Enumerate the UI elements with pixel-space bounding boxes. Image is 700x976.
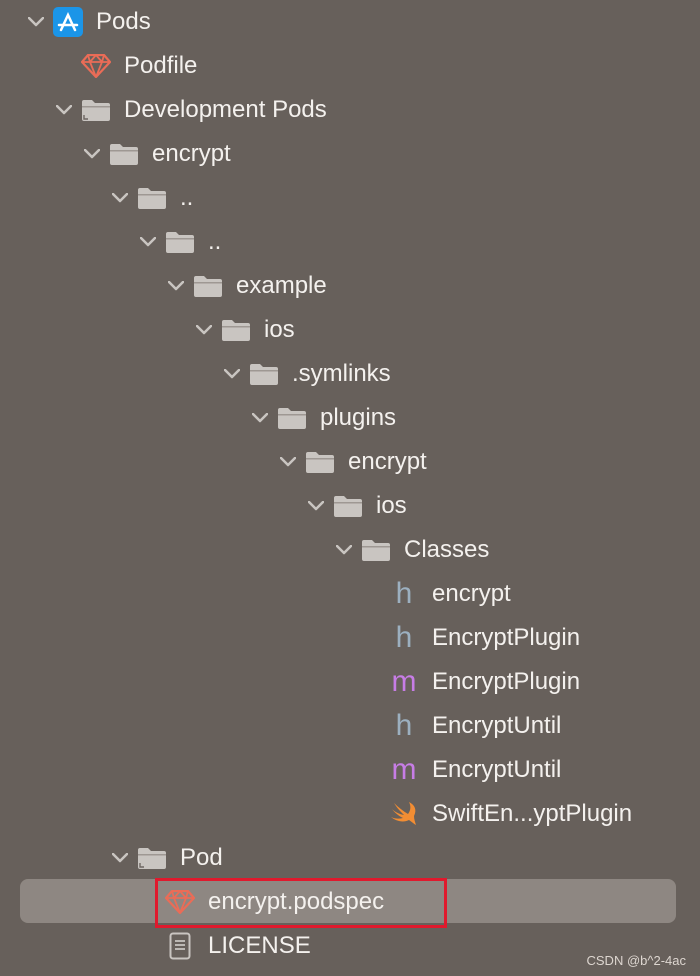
tree-row-ios-2[interactable]: ios [0,484,700,528]
tree-label: Classes [404,536,490,563]
tree-label: Pod [180,844,223,871]
chevron-down-icon[interactable] [52,88,76,132]
tree-label: EncryptUntil [432,756,562,783]
tree-row-pod[interactable]: Pod [0,836,700,880]
tree-label: EncryptPlugin [432,624,581,651]
tree-label: EncryptPlugin [432,668,581,695]
tree-label: .symlinks [292,360,391,387]
ruby-gem-icon [80,44,112,88]
project-navigator: Pods Podfile Development Pods encrypt ..… [0,0,700,976]
objc-impl-file-icon: m [388,748,420,792]
header-file-icon: h [388,704,420,748]
watermark: CSDN @b^2-4ac [586,953,687,968]
folder-icon [220,308,252,352]
tree-row-pods[interactable]: Pods [0,0,700,44]
objc-impl-file-icon: m [388,660,420,704]
chevron-down-icon[interactable] [108,176,132,220]
tree-label: Podfile [124,52,198,79]
chevron-down-icon[interactable] [332,528,356,572]
tree-label: ios [376,492,407,519]
tree-label: encrypt [152,140,231,167]
chevron-down-icon[interactable] [276,440,300,484]
folder-icon [136,836,168,880]
text-document-icon [164,924,196,968]
impl-file-badge: m [391,665,417,698]
folder-icon [192,264,224,308]
xcode-project-icon [52,0,84,44]
tree-row-encrypt-plugin[interactable]: encrypt [0,440,700,484]
tree-label: LICENSE [208,932,311,959]
folder-icon [276,396,308,440]
header-file-badge: h [395,709,413,742]
tree-row-ios[interactable]: ios [0,308,700,352]
tree-row-example[interactable]: example [0,264,700,308]
tree-row-symlinks[interactable]: .symlinks [0,352,700,396]
tree-label: ios [264,316,295,343]
header-file-icon: h [388,572,420,616]
tree-row-encryptuntil-header[interactable]: h EncryptUntil [0,704,700,748]
chevron-down-icon[interactable] [24,0,48,44]
chevron-down-icon[interactable] [304,484,328,528]
folder-icon [248,352,280,396]
annotation-highlight-box [155,878,447,928]
tree-label: Development Pods [124,96,327,123]
tree-row-classes[interactable]: Classes [0,528,700,572]
tree-row-encryptplugin-header[interactable]: h EncryptPlugin [0,616,700,660]
chevron-down-icon[interactable] [248,396,272,440]
folder-icon [108,132,140,176]
tree-row-encryptplugin-impl[interactable]: m EncryptPlugin [0,660,700,704]
chevron-down-icon[interactable] [220,352,244,396]
chevron-down-icon[interactable] [164,264,188,308]
folder-icon [332,484,364,528]
swift-file-icon [388,792,420,836]
chevron-down-icon[interactable] [192,308,216,352]
chevron-down-icon[interactable] [80,132,104,176]
tree-row-parent-2[interactable]: .. [0,220,700,264]
tree-label: Pods [96,8,151,35]
tree-label: encrypt [432,580,511,607]
chevron-down-icon[interactable] [108,836,132,880]
folder-icon [360,528,392,572]
tree-row-encryptuntil-impl[interactable]: m EncryptUntil [0,748,700,792]
folder-icon [136,176,168,220]
tree-label: example [236,272,327,299]
tree-row-encrypt-header[interactable]: h encrypt [0,572,700,616]
tree-row-development-pods[interactable]: Development Pods [0,88,700,132]
tree-row-encrypt[interactable]: encrypt [0,132,700,176]
header-file-badge: h [395,621,413,654]
tree-label: plugins [320,404,397,431]
tree-label: SwiftEn...yptPlugin [432,800,633,827]
tree-label: EncryptUntil [432,712,562,739]
folder-icon [80,88,112,132]
header-file-badge: h [395,577,413,610]
tree-row-swift-plugin[interactable]: SwiftEn...yptPlugin [0,792,700,836]
folder-icon [304,440,336,484]
tree-label: .. [208,228,222,255]
impl-file-badge: m [391,753,417,786]
header-file-icon: h [388,616,420,660]
tree-row-podfile[interactable]: Podfile [0,44,700,88]
tree-row-plugins[interactable]: plugins [0,396,700,440]
folder-icon [164,220,196,264]
tree-label: .. [180,184,194,211]
chevron-down-icon[interactable] [136,220,160,264]
tree-row-parent-1[interactable]: .. [0,176,700,220]
tree-label: encrypt [348,448,427,475]
